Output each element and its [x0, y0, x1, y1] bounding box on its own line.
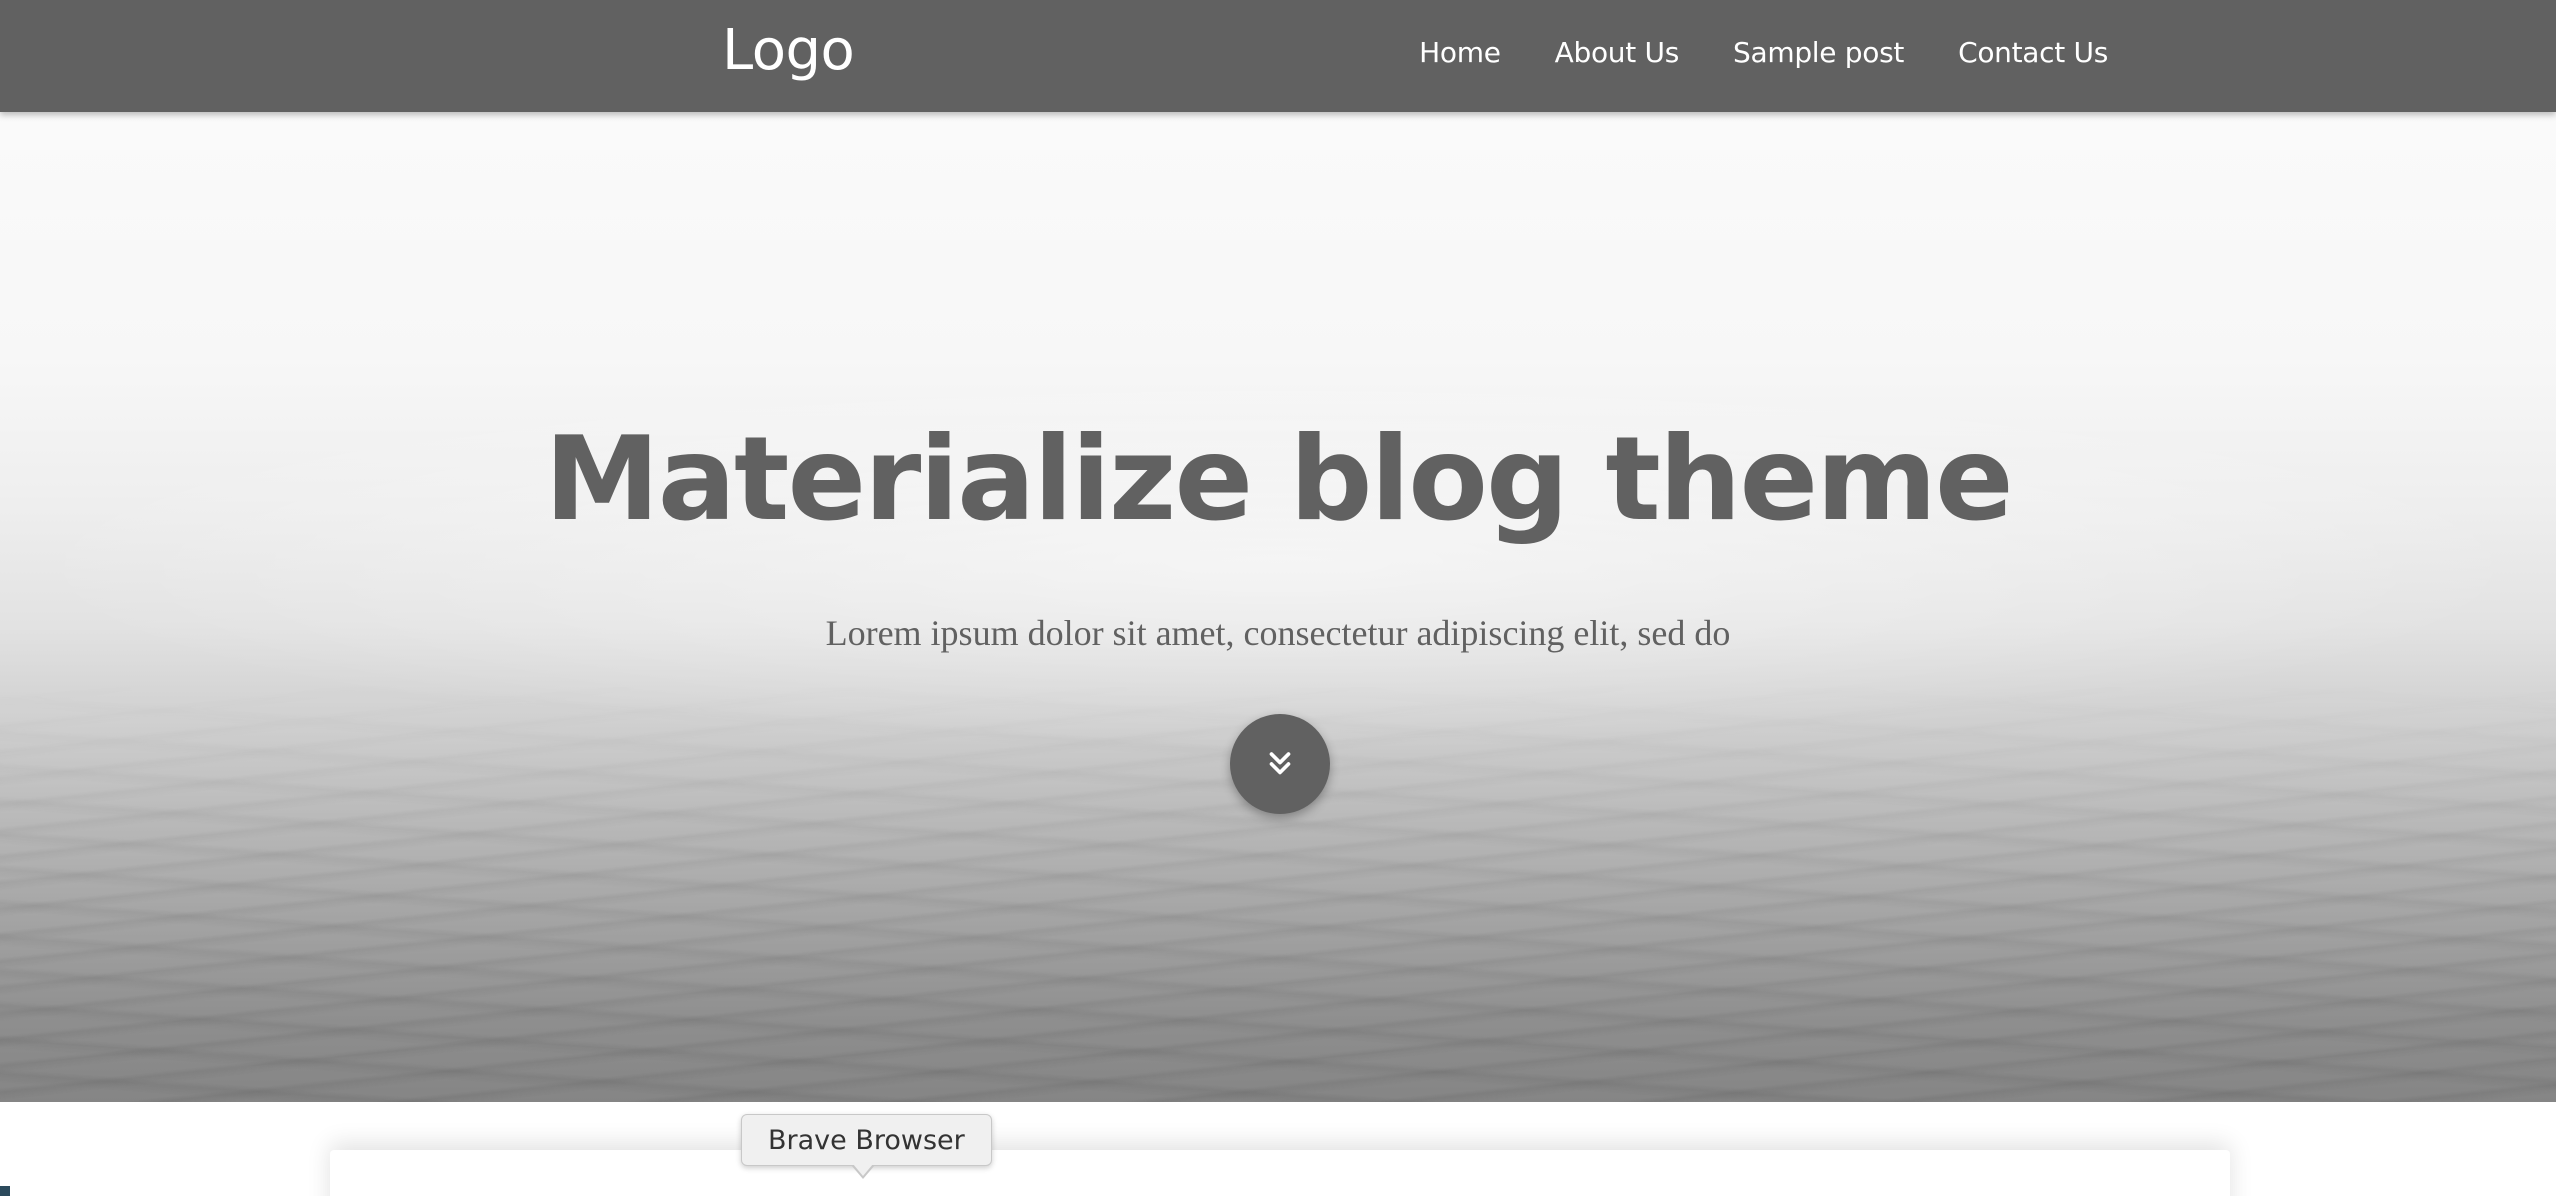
- nav-link-home[interactable]: Home: [1419, 36, 1501, 69]
- nav-link-sample-post[interactable]: Sample post: [1733, 36, 1904, 69]
- double-chevron-down-icon: [1269, 752, 1291, 775]
- logo-link[interactable]: Logo: [722, 18, 855, 83]
- tooltip-arrow-fill: [853, 1164, 873, 1176]
- corner-accent: [0, 1186, 10, 1196]
- scroll-down-button[interactable]: [1230, 714, 1330, 814]
- navbar: Logo Home About Us Sample post Contact U…: [0, 0, 2556, 112]
- tooltip: Brave Browser: [741, 1114, 992, 1166]
- nav-link-about-us[interactable]: About Us: [1555, 36, 1680, 69]
- hero-title: Materialize blog theme: [544, 412, 2013, 547]
- page: Logo Home About Us Sample post Contact U…: [0, 0, 2556, 1196]
- content-card: [330, 1150, 2230, 1196]
- nav-link-contact-us[interactable]: Contact Us: [1958, 36, 2108, 69]
- hero-section: Materialize blog theme Lorem ipsum dolor…: [0, 112, 2556, 1102]
- nav-links: Home About Us Sample post Contact Us: [1365, 0, 2108, 104]
- hero-subtitle: Lorem ipsum dolor sit amet, consectetur …: [825, 613, 1731, 653]
